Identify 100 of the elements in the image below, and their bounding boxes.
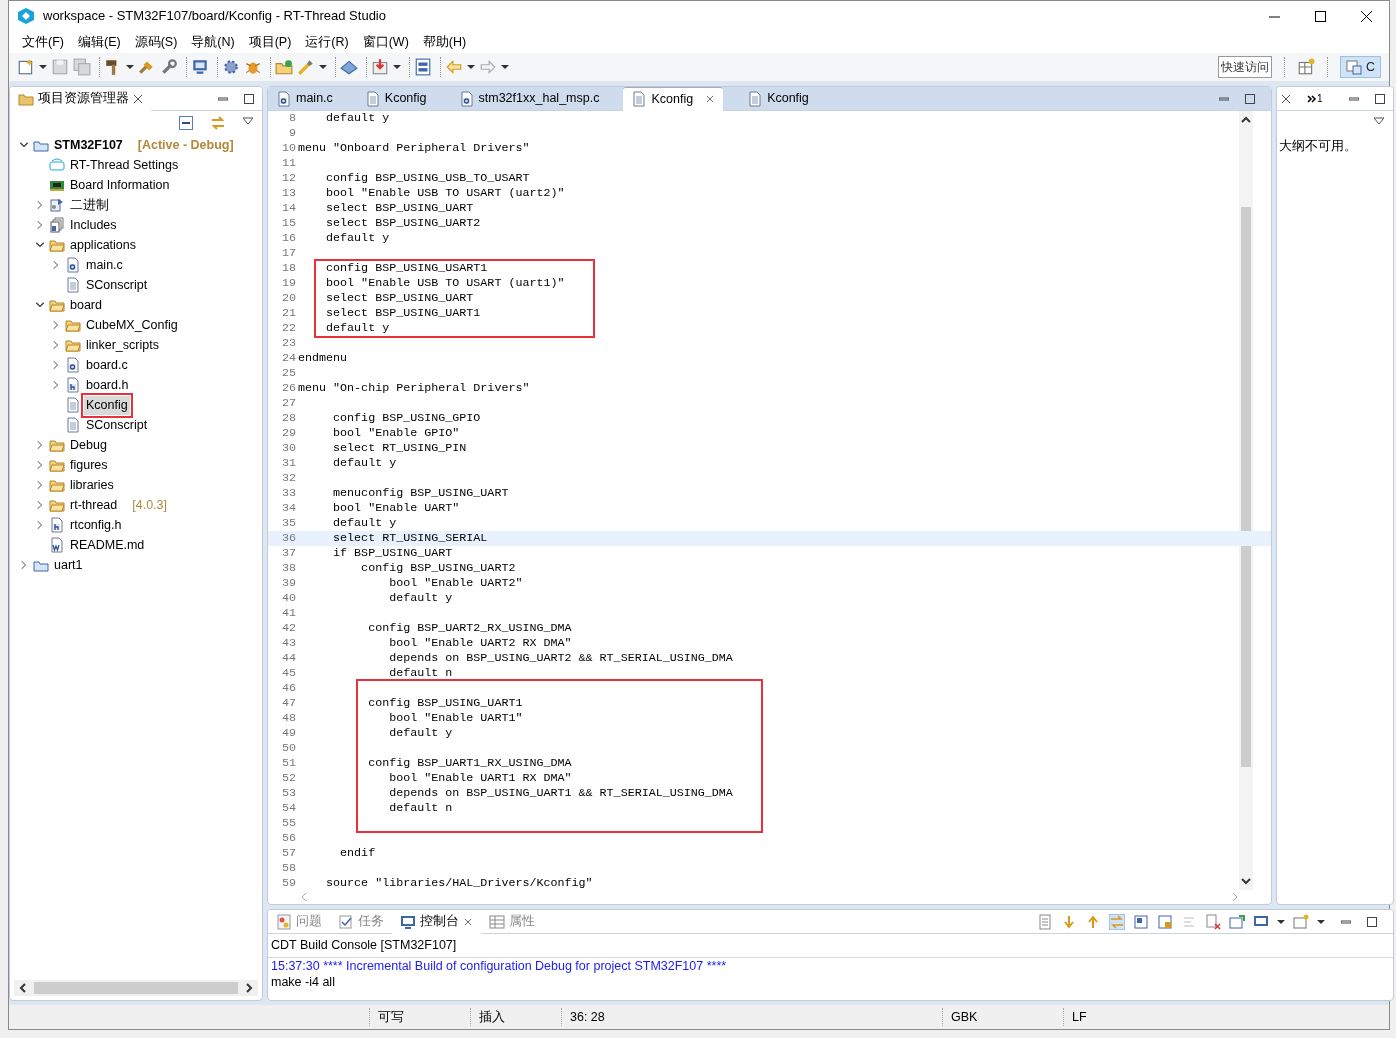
tree-item[interactable]: Includes	[68, 215, 119, 235]
editor-tab[interactable]: main.c	[268, 87, 341, 111]
code-line: bool "Enable USB TO USART (uart1)"	[325, 276, 565, 292]
link-arrows-icon[interactable]	[210, 115, 226, 132]
line-number: 39	[280, 576, 297, 592]
scroll-left-icon[interactable]	[18, 983, 28, 994]
monitor-icon[interactable]	[191, 58, 209, 77]
editor-tab[interactable]: Kconfig	[356, 87, 435, 111]
close-icon[interactable]	[133, 93, 143, 104]
open-folder-icon[interactable]	[275, 58, 293, 77]
maximize-icon[interactable]	[1245, 93, 1255, 104]
open-perspective-icon[interactable]	[1296, 58, 1315, 77]
editor-tab[interactable]: Kconfig	[739, 87, 817, 111]
maximize-icon[interactable]	[1314, 10, 1326, 22]
console-tab[interactable]: 任务	[330, 910, 392, 934]
tree-item[interactable]: linker_scripts	[84, 335, 161, 355]
maximize-icon[interactable]	[244, 93, 254, 104]
gear-icon[interactable]	[222, 58, 240, 77]
new-console-icon[interactable]	[1229, 913, 1245, 930]
code-line: default n	[388, 666, 453, 682]
tree-item[interactable]: README.md	[68, 535, 147, 555]
menu-item[interactable]: 运行(R)	[298, 30, 356, 54]
status-text: 36: 28	[569, 1008, 606, 1026]
line-number: 54	[280, 801, 297, 817]
code-line: bool "Enable UART2 RX DMA"	[388, 636, 572, 652]
tree-item[interactable]: Debug	[68, 435, 109, 455]
folder-icon	[49, 477, 65, 494]
pen-icon[interactable]	[297, 58, 315, 77]
code-line: menuconfig BSP_USING_UART	[332, 486, 509, 502]
link-arrows-icon[interactable]	[1109, 913, 1125, 930]
vertical-scrollbar[interactable]	[1239, 111, 1253, 891]
status-text: 插入	[478, 1008, 506, 1026]
up-arrow-icon[interactable]	[1085, 913, 1101, 930]
line-number: 36	[280, 531, 297, 547]
c-file-icon	[65, 357, 81, 374]
menu-item[interactable]: 源码(S)	[127, 30, 185, 54]
tree-item[interactable]: board.h	[84, 375, 131, 395]
code-line: default y	[325, 231, 390, 247]
code-line: source "libraries/HAL_Drivers/Kconfig"	[325, 876, 593, 891]
quick-access-field[interactable]: 快速访问	[1217, 56, 1272, 79]
console-tab[interactable]: 问题	[268, 910, 330, 934]
menu-item[interactable]: 导航(N)	[184, 30, 242, 54]
tree-item[interactable]: libraries	[68, 475, 116, 495]
maximize-icon[interactable]	[1367, 916, 1377, 927]
editor-tab[interactable]: Kconfig	[623, 87, 724, 111]
tree-item[interactable]: 二进制	[68, 195, 111, 215]
console-icon	[400, 913, 416, 930]
binary-icon	[49, 197, 65, 214]
menu-item[interactable]: 项目(P)	[241, 30, 299, 54]
editor-tab[interactable]: stm32f1xx_hal_msp.c	[450, 87, 608, 111]
tree-decoration: [Active - Debug]	[137, 136, 234, 154]
close-icon[interactable]	[1360, 10, 1372, 22]
tree-item[interactable]: board.c	[84, 355, 130, 375]
scrollbar-thumb[interactable]	[34, 982, 238, 995]
tree-item[interactable]: SConscript	[84, 415, 150, 435]
line-number: 14	[280, 201, 297, 217]
tree-item[interactable]: CubeMX_Config	[84, 315, 180, 335]
code-line: depends on BSP_USING_UART2 && RT_SERIAL_USING_DMA	[388, 651, 733, 667]
maximize-icon[interactable]	[1375, 93, 1385, 104]
tree-item[interactable]: figures	[68, 455, 110, 475]
menu-item[interactable]: 编辑(E)	[70, 30, 128, 54]
tree-item[interactable]: board	[68, 295, 104, 315]
outline-message: 大纲不可用。	[1278, 138, 1358, 156]
line-number: 32	[280, 471, 297, 487]
folder-icon	[49, 457, 65, 474]
download-icon[interactable]	[371, 58, 389, 77]
tree-item[interactable]: rt-thread	[68, 495, 120, 515]
line-number: 38	[280, 561, 297, 577]
menu-item[interactable]: 窗口(W)	[355, 30, 416, 54]
chevron-icon[interactable]	[1307, 93, 1317, 104]
tree-item[interactable]: Kconfig	[84, 395, 130, 415]
menu-item[interactable]: 帮助(H)	[415, 30, 474, 54]
tree-item[interactable]: main.c	[84, 255, 125, 275]
code-line: default y	[332, 456, 397, 472]
tree-item[interactable]: RT-Thread Settings	[68, 155, 181, 175]
tree-item[interactable]: SConscript	[84, 275, 150, 295]
down-arrow-icon[interactable]	[1061, 913, 1077, 930]
console-line: make -i4 all	[270, 973, 336, 990]
code-line: default y	[332, 516, 397, 532]
new-icon[interactable]	[17, 58, 35, 77]
line-number: 42	[280, 621, 297, 637]
problems-icon	[276, 913, 292, 930]
tree-item[interactable]: applications	[68, 235, 138, 255]
code-line: bool "Enable UART1 RX DMA"	[388, 771, 572, 787]
scroll-right-icon[interactable]	[244, 983, 254, 994]
tree-item[interactable]: rtconfig.h	[68, 515, 124, 535]
perspective-button[interactable]: C	[1339, 55, 1381, 79]
tree-item[interactable]: STM32F107	[52, 135, 125, 155]
menu-item[interactable]: 文件(F)	[15, 30, 71, 54]
tree-item[interactable]: uart1	[52, 555, 85, 575]
code-line: config BSP_UART2_RX_USING_DMA	[367, 621, 572, 637]
panel-icon[interactable]	[414, 58, 432, 77]
tree-item[interactable]: Board Information	[68, 175, 172, 195]
close-icon[interactable]	[1281, 93, 1291, 104]
scroll-down-icon[interactable]	[1241, 876, 1251, 887]
line-number: 37	[280, 546, 297, 562]
clear-icon[interactable]	[1205, 913, 1221, 930]
console-tab[interactable]: 属性	[481, 910, 543, 934]
collapse-all-icon[interactable]	[178, 115, 194, 132]
wrench-icon[interactable]	[160, 58, 178, 77]
